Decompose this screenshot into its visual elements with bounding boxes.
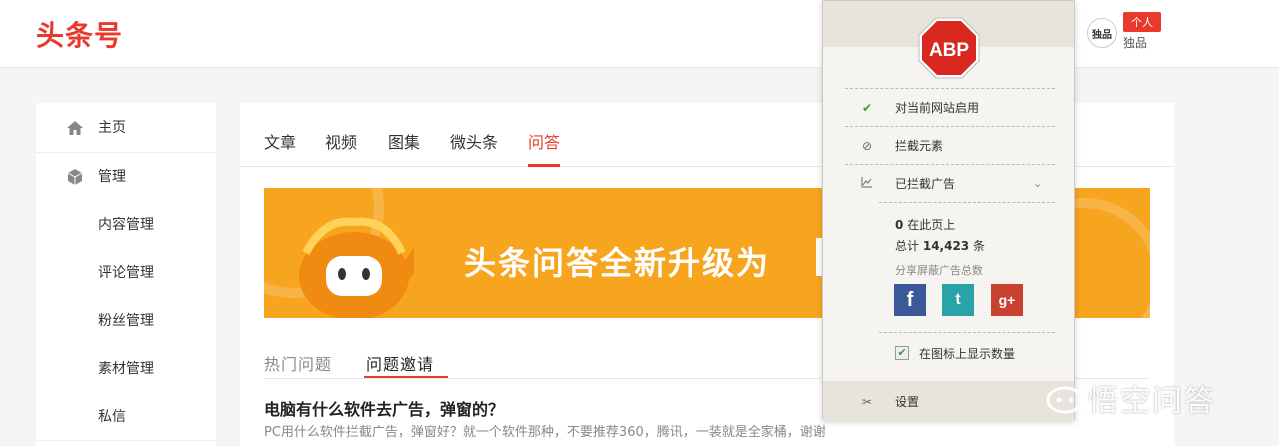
chart-icon [859, 176, 875, 192]
enable-on-site-label: 对当前网站启用 [895, 101, 980, 115]
popup-separator [845, 126, 1055, 127]
adblock-plus-popup: ABP ✔ 对当前网站启用 ⊘ 拦截元素 已拦截广告 ⌄ 0 在此页上 总计 1… [822, 0, 1075, 420]
share-label: 分享屏蔽广告总数 [895, 264, 983, 277]
stat-total-blocked: 总计 14,423 条 [895, 237, 985, 254]
stat-total-count: 14,423 [922, 239, 970, 253]
chevron-down-icon: ⌄ [1033, 177, 1043, 190]
block-element-label: 拦截元素 [895, 139, 944, 153]
sidebar: 主页 管理 内容管理 评论管理 粉丝管理 素材管理 私信 [36, 103, 216, 446]
stat-page-count: 0 [895, 218, 904, 232]
sidebar-item-label: 内容管理 [98, 217, 154, 233]
popup-separator [879, 202, 1055, 203]
abp-logo-icon: ABP [918, 17, 980, 79]
tab-qa[interactable]: 问答 [528, 129, 560, 153]
tab-article[interactable]: 文章 [264, 129, 296, 153]
sidebar-item-label: 主页 [98, 120, 126, 136]
active-subtab-indicator [364, 376, 448, 378]
blocked-ads-label: 已拦截广告 [895, 177, 956, 191]
banner-text: 头条问答全新升级为 [464, 244, 771, 282]
question-description: PC用什么软件拦截广告，弹窗好？就一个软件那种，不要推荐360，腾讯，一装就是全… [264, 425, 826, 440]
sidebar-item-label: 素材管理 [98, 361, 154, 377]
stat-total-suffix: 条 [972, 239, 985, 253]
cube-icon [66, 168, 84, 186]
abp-logo-text: ABP [929, 40, 969, 61]
twitter-share-button[interactable]: t [942, 284, 974, 316]
show-count-checkbox[interactable]: ✔ [895, 346, 909, 360]
home-icon [66, 119, 84, 137]
subtab-hot-questions[interactable]: 热门问题 [264, 351, 332, 375]
sidebar-item-label: 评论管理 [98, 265, 154, 281]
avatar[interactable]: 独品 [1087, 18, 1117, 48]
sidebar-item-label: 管理 [98, 169, 126, 185]
wrench-icon: ✂ [861, 395, 873, 409]
watermark-logo-icon [1046, 386, 1084, 414]
site-logo[interactable]: 头条号 [36, 14, 123, 54]
twitter-icon: t [955, 291, 961, 308]
user-name[interactable]: 独品 [1123, 34, 1147, 51]
sidebar-item-label: 私信 [98, 409, 126, 425]
subtab-question-invites[interactable]: 问题邀请 [366, 351, 434, 375]
sidebar-divider [36, 152, 216, 153]
question-title[interactable]: 电脑有什么软件去广告，弹窗的？ [264, 396, 504, 420]
tab-micro-toutiao[interactable]: 微头条 [450, 129, 498, 153]
popup-separator [845, 88, 1055, 89]
tab-gallery[interactable]: 图集 [388, 129, 420, 153]
tab-video[interactable]: 视频 [325, 129, 357, 153]
sidebar-item-label: 粉丝管理 [98, 313, 154, 329]
active-tab-indicator [528, 164, 560, 167]
settings-label: 设置 [895, 395, 920, 409]
watermark-text: 悟空问答 [1088, 384, 1216, 419]
block-icon: ⊘ [861, 139, 873, 153]
show-count-label[interactable]: 在图标上显示数量 [919, 345, 1015, 362]
sidebar-divider [36, 440, 216, 441]
check-icon: ✔ [861, 101, 873, 115]
stat-total-prefix: 总计 [895, 239, 920, 253]
popup-separator [879, 332, 1055, 333]
facebook-share-button[interactable]: f [894, 284, 926, 316]
facebook-icon: f [906, 288, 914, 311]
mascot-icon [299, 217, 414, 318]
stat-page-blocked: 0 在此页上 [895, 216, 955, 233]
stat-page-label: 在此页上 [907, 218, 956, 232]
user-type-badge: 个人 [1123, 12, 1161, 32]
googleplus-share-button[interactable]: g+ [991, 284, 1023, 316]
popup-separator [845, 164, 1055, 165]
googleplus-icon: g+ [998, 292, 1016, 308]
top-bar: 头条号 独品 个人 独品 [0, 0, 1279, 68]
